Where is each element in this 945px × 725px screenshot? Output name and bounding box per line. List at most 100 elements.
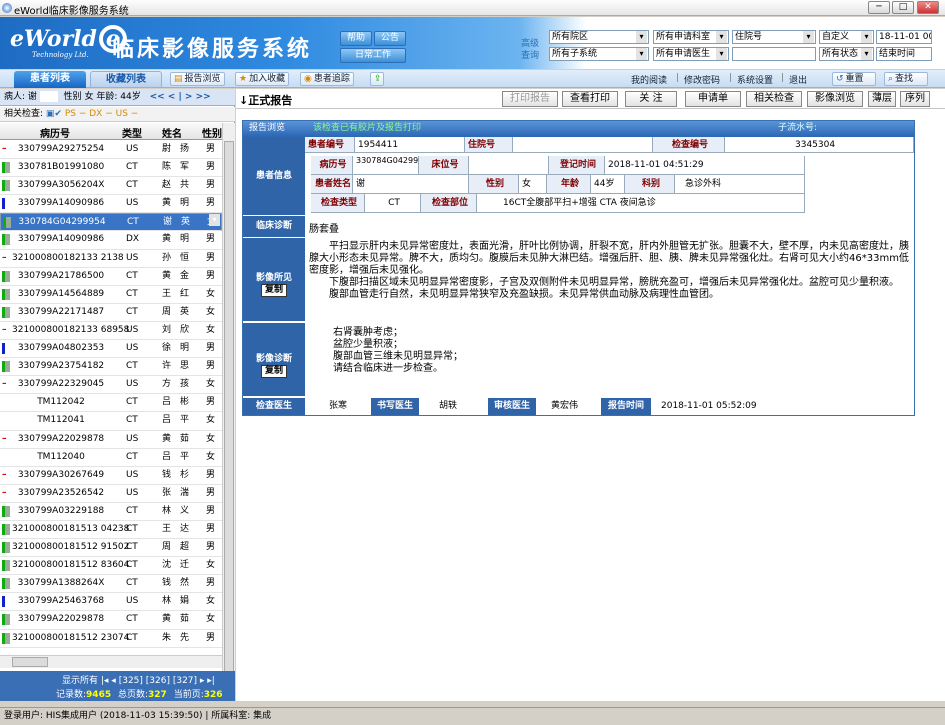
table-row[interactable]: –330799A29275254 US 尉 男 扬 <box>0 141 222 160</box>
doctor-select[interactable]: 所有申请医生 <box>653 47 729 61</box>
table-row[interactable]: 330799A14090986 US 黄 男 明 <box>0 195 222 214</box>
table-row[interactable]: 330799A14564889 CT 王 女 红 <box>0 286 222 304</box>
search-button[interactable]: ⌕ 查找 <box>884 72 928 86</box>
table-row[interactable]: 321000800181512 23074 CT 朱 男 先 <box>0 630 222 648</box>
maximize-button[interactable]: □ <box>892 1 914 14</box>
table-row[interactable]: 330799A23754182 CT 许 男 思 <box>0 358 222 377</box>
list-horizontal-scrollbar[interactable] <box>0 655 222 668</box>
table-row[interactable]: 330799A14090986 DX 黄 男 明 <box>0 231 222 250</box>
exit-link[interactable]: 退出 <box>789 73 807 86</box>
table-row[interactable]: 330784G04299954 CT 谢 女 英 <box>0 213 222 232</box>
thin-slice-button[interactable]: 薄层 <box>868 91 896 107</box>
table-row[interactable]: 330799A1388264X CT 钱 男 然 <box>0 575 222 594</box>
exam-doctor-label: 检查医生 <box>243 398 305 415</box>
hospital-select[interactable]: 所有院区 <box>549 30 649 44</box>
table-row[interactable]: 321000800181512 91502 CT 周 男 超 <box>0 539 222 558</box>
status-icon <box>2 560 10 572</box>
show-all-link[interactable]: 显示所有 <box>62 676 98 686</box>
col-name[interactable]: 姓名 <box>162 125 182 140</box>
table-row[interactable]: –321000800182133 68958 US 刘 女 欣 <box>0 322 222 341</box>
table-row[interactable]: TM112040 CT 吕 女 平 <box>0 449 222 467</box>
age: 44岁 <box>591 175 625 194</box>
table-row[interactable]: –330799A23526542 US 张 男 湍 <box>0 485 222 503</box>
subsystem-select[interactable]: 所有子系统 <box>549 47 649 61</box>
patient-trace-button[interactable]: ◉ 患者追踪 <box>300 72 354 86</box>
help-button[interactable]: 帮助 <box>340 31 372 46</box>
findings-text[interactable]: 平扫显示肝内未见异常密度灶，表面光滑，肝叶比例协调，肝裂不宽，肝内外胆管无扩张。… <box>309 241 909 301</box>
col-type[interactable]: 类型 <box>122 125 142 140</box>
my-reading-link[interactable]: 我的阅读 <box>631 73 667 86</box>
table-row[interactable]: 330799A03229188 CT 林 男 义 <box>0 503 222 521</box>
type-cell: CT <box>127 217 139 228</box>
reviewer-doctor: 黄宏伟 <box>551 401 579 411</box>
table-row[interactable]: –330799A22329045 US 方 女 孩 <box>0 376 222 395</box>
table-row[interactable]: TM112042 CT 吕 男 彬 <box>0 394 222 413</box>
list-vertical-scrollbar[interactable] <box>222 123 235 701</box>
page-links[interactable]: [325] [326] [327] <box>119 676 197 686</box>
status-select[interactable]: 所有状态 <box>819 47 874 61</box>
table-row[interactable]: 330799A22171487 CT 周 女 英 <box>0 304 222 322</box>
scroll-thumb[interactable] <box>224 141 234 701</box>
end-time-input[interactable]: 结束时间 <box>876 47 932 61</box>
related-check-icon[interactable]: ▣✔ <box>46 109 62 119</box>
visit-type-select[interactable]: 住院号 <box>732 30 816 44</box>
related-modalities[interactable]: PS − DX − US − <box>65 109 138 119</box>
table-row[interactable]: 321000800181513 04238 CT 王 男 达 <box>0 521 222 540</box>
related-exams-button[interactable]: 相关检查 <box>746 91 802 107</box>
start-date-input[interactable]: 18-11-01 00 <box>876 30 932 44</box>
status-icon <box>2 361 10 373</box>
table-row[interactable]: 330799A21786500 CT 黄 男 金 <box>0 268 222 286</box>
diagnosis-text[interactable]: 右肾囊肿考虑； 盆腔少量积液； 腹部血管三维未见明显异常； 请结合临床进一步检查… <box>333 327 463 375</box>
table-row[interactable]: 321000800181512 83604 CT 沈 女 迁 <box>0 557 222 576</box>
tab-favorites[interactable]: 收藏列表 <box>90 71 162 88</box>
name-cell-2: 扬 <box>180 144 190 154</box>
table-row[interactable]: –330799A22029878 US 黄 女 茹 <box>0 431 222 449</box>
patient-nav-buttons[interactable]: << < | > >> <box>150 92 211 102</box>
export-icon[interactable]: ⇪ <box>370 72 384 86</box>
follow-button[interactable]: 关 注 <box>625 91 677 107</box>
patient-sex-label: 性别 <box>63 92 82 102</box>
application-form-button[interactable]: 申请单 <box>685 91 741 107</box>
notice-button[interactable]: 公告 <box>374 31 406 46</box>
copy-diagnosis-button[interactable]: 复制 <box>261 365 287 378</box>
minimize-button[interactable]: ─ <box>868 1 890 14</box>
first-prev-icon[interactable]: |◂ ◂ <box>101 676 116 686</box>
col-record-no[interactable]: 病历号 <box>40 125 70 140</box>
table-row[interactable]: –321000800182133 2138 US 孙 男 恒 <box>0 250 222 268</box>
close-button[interactable]: ✕ <box>917 1 939 14</box>
next-last-icon[interactable]: ▸ ▸| <box>200 676 215 686</box>
report-browse-button[interactable]: ▤ 报告浏览 <box>170 72 225 86</box>
name-cell: 刘 <box>162 324 172 335</box>
patient-rows: –330799A29275254 US 尉男扬 330781B01991080 CT 陈男… <box>0 141 222 696</box>
table-row[interactable]: 330799A04802353 US 徐 男 明 <box>0 340 222 359</box>
type-cell: US <box>126 198 139 209</box>
record-no-cell: 321000800181512 83604 <box>12 560 130 571</box>
report-panel: 报告浏览 该检查已有胶片及报告打印 子流水号: 患者信息 患者编号 195441… <box>242 120 915 416</box>
add-favorite-button[interactable]: ★ 加入收藏 <box>235 72 290 86</box>
h-scroll-thumb[interactable] <box>12 657 48 667</box>
sequence-button[interactable]: 序列 <box>900 91 930 107</box>
table-row[interactable]: –330799A30267649 US 钱 男 杉 <box>0 467 222 485</box>
table-row[interactable]: 330799A22029878 CT 黄 女 茹 <box>0 611 222 630</box>
col-sex[interactable]: 性别 <box>202 125 222 140</box>
reset-button[interactable]: ↺ 重置 <box>832 72 876 86</box>
sex-cell: 男 <box>206 234 216 245</box>
date-range-select[interactable]: 自定义 <box>819 30 874 44</box>
print-report-button[interactable]: 打印报告 <box>502 91 558 107</box>
daily-work-button[interactable]: 日常工作 <box>340 48 406 63</box>
keyword-input[interactable] <box>732 47 816 61</box>
view-print-button[interactable]: 查看打印 <box>562 91 618 107</box>
table-row[interactable]: 330799A25463768 US 林 女 娟 <box>0 593 222 612</box>
change-password-link[interactable]: 修改密码 <box>684 73 720 86</box>
copy-findings-button[interactable]: 复制 <box>261 284 287 297</box>
table-row[interactable]: 330799A3056204X CT 赵 男 共 <box>0 177 222 196</box>
record-no-cell: 330799A04802353 <box>17 343 105 354</box>
settings-link[interactable]: 系统设置 <box>737 73 773 86</box>
dept-select[interactable]: 所有申请科室 <box>653 30 729 44</box>
table-row[interactable]: TM112041 CT 吕 女 平 <box>0 412 222 431</box>
tab-patient-list[interactable]: 患者列表 <box>14 71 86 88</box>
exam-part-label: 检查部位 <box>421 194 477 213</box>
table-row[interactable]: 330781B01991080 CT 陈 男 军 <box>0 159 222 178</box>
age-label: 年龄 <box>547 175 591 194</box>
image-browse-button[interactable]: 影像浏览 <box>807 91 863 107</box>
